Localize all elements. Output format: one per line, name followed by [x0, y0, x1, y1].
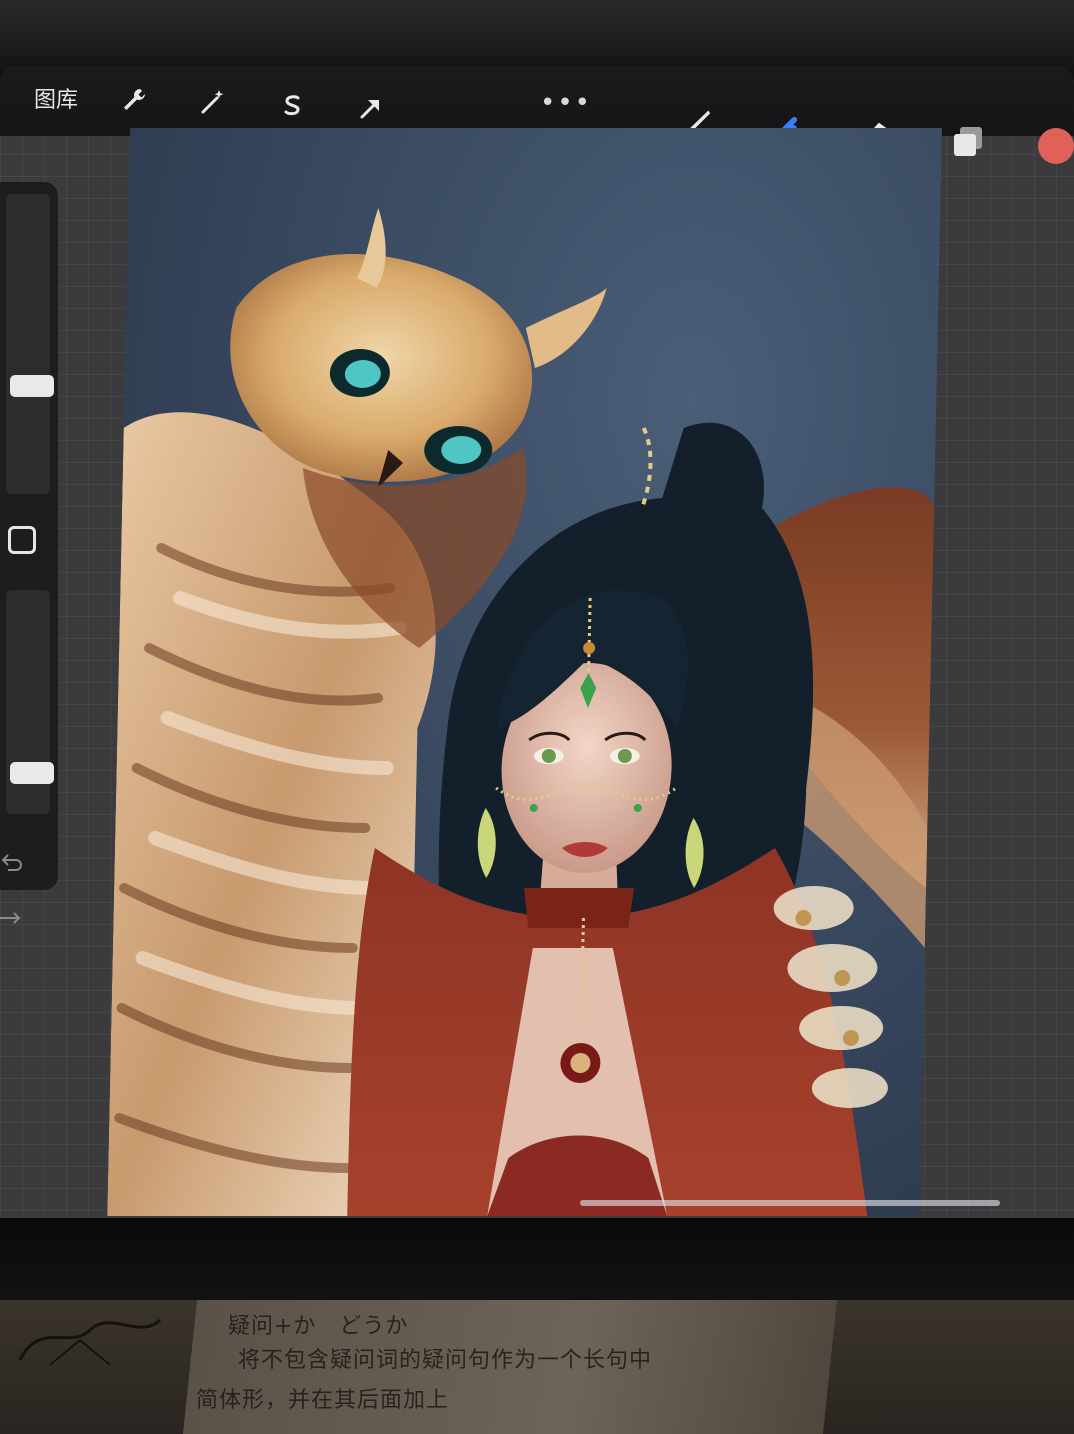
modify-button[interactable]	[8, 526, 36, 554]
book-line-3: 简体形，并在其后面加上	[196, 1388, 450, 1413]
book-line-2: 将不包含疑问词的疑问句作为一个长句中	[238, 1348, 653, 1373]
actions-button[interactable]	[114, 80, 154, 120]
redo-button[interactable]	[0, 908, 26, 930]
color-picker-button[interactable]	[1038, 128, 1074, 164]
undo-button[interactable]	[0, 852, 26, 874]
selection-button[interactable]	[272, 86, 312, 126]
wrench-icon	[124, 89, 145, 110]
gallery-button[interactable]: 图库	[34, 82, 78, 114]
brush-size-thumb[interactable]	[10, 375, 54, 397]
more-options-button[interactable]: •••	[540, 88, 592, 118]
opacity-slider[interactable]	[6, 590, 54, 814]
magic-wand-icon	[201, 90, 224, 114]
top-toolbar: 图库 •••	[0, 66, 1074, 156]
brush-size-slider[interactable]	[6, 194, 54, 494]
undo-arrow-icon	[1, 854, 22, 871]
book-under-ipad: 疑问+か どうか 将不包含疑问词的疑问句作为一个长句中 简体形，并在其后面加上	[0, 1300, 1074, 1434]
left-sidebar	[0, 182, 58, 924]
drawing-canvas[interactable]	[107, 128, 942, 1216]
layers-button[interactable]	[948, 122, 988, 162]
artwork-painting	[107, 208, 935, 1216]
selection-s-icon	[284, 95, 300, 116]
opacity-thumb[interactable]	[10, 762, 54, 784]
arrow-cursor-icon	[360, 100, 379, 119]
book-illustration	[18, 1318, 162, 1366]
layers-icon	[954, 127, 982, 156]
procreate-screen: 图库 •••	[0, 66, 1074, 1220]
photo-scene: 图库 ••• 疑问+か どうか 将不包含疑问词的疑问句作为一个长句中 简体形，并…	[0, 0, 1074, 1434]
home-indicator[interactable]	[580, 1200, 1000, 1206]
ipad-bezel	[0, 1218, 1074, 1304]
book-line-1: 疑问+か どうか	[228, 1314, 409, 1339]
redo-arrow-icon	[0, 912, 21, 924]
adjustments-button[interactable]	[192, 82, 232, 122]
transform-button[interactable]	[350, 88, 390, 128]
